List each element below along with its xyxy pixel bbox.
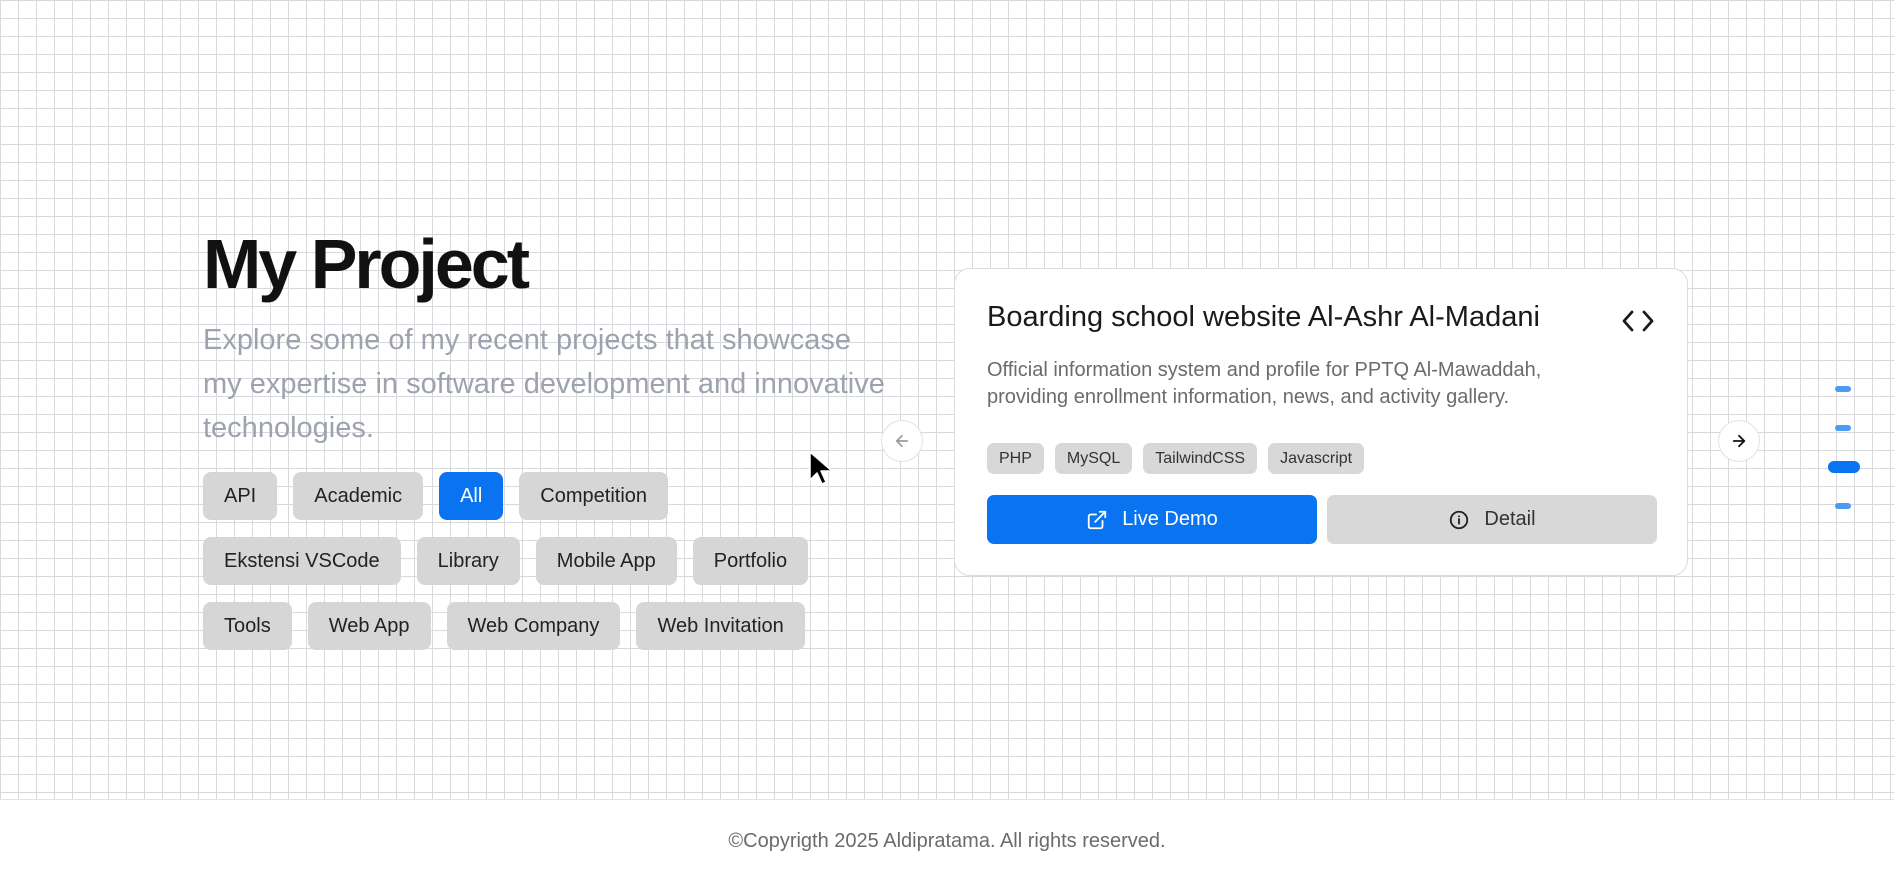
live-demo-button[interactable]: Live Demo <box>987 495 1317 544</box>
live-demo-label: Live Demo <box>1122 508 1218 530</box>
filter-chip-ekstensi-vscode[interactable]: Ekstensi VSCode <box>203 537 401 585</box>
external-link-icon <box>1088 510 1107 529</box>
tag-tailwindcss: TailwindCSS <box>1143 443 1258 474</box>
footer-copyright: ©Copyrigth 2025 Aldipratama. All rights … <box>728 830 1166 852</box>
info-icon <box>1450 510 1469 529</box>
project-description: Official information system and profile … <box>987 359 1542 408</box>
carousel-next-button[interactable] <box>1718 420 1760 462</box>
filter-chip-competition[interactable]: Competition <box>519 472 669 520</box>
code-icon <box>1622 310 1654 332</box>
pagination-dot[interactable] <box>1835 503 1851 509</box>
category-filters: API Academic All Competition Ekstensi VS… <box>203 472 853 667</box>
carousel-prev-button[interactable] <box>881 420 923 462</box>
detail-label: Detail <box>1484 508 1536 530</box>
filter-chip-tools[interactable]: Tools <box>203 602 292 650</box>
pagination-dot-active[interactable] <box>1828 461 1860 473</box>
filter-chip-portfolio[interactable]: Portfolio <box>692 537 809 585</box>
filter-chip-web-invitation[interactable]: Web Invitation <box>636 602 805 650</box>
filter-chip-web-app[interactable]: Web App <box>307 602 431 650</box>
filter-chip-web-company[interactable]: Web Company <box>446 602 621 650</box>
tag-mysql: MySQL <box>1054 443 1133 474</box>
filter-chip-academic[interactable]: Academic <box>293 472 424 520</box>
filter-chip-library[interactable]: Library <box>416 537 520 585</box>
project-title: Boarding school website Al-Ashr Al-Madan… <box>987 301 1540 333</box>
filter-row: Tools Web App Web Company Web Invitation <box>203 602 853 650</box>
filter-row: API Academic All Competition <box>203 472 853 520</box>
tag-php: PHP <box>987 443 1044 474</box>
mouse-cursor-icon <box>809 451 833 485</box>
pagination-dot[interactable] <box>1835 425 1851 431</box>
pagination-dot[interactable] <box>1835 386 1851 392</box>
page-title: My Project <box>203 225 530 303</box>
filter-chip-mobile-app[interactable]: Mobile App <box>535 537 677 585</box>
page-subtitle: Explore some of my recent projects that … <box>203 324 885 444</box>
tag-javascript: Javascript <box>1268 443 1365 474</box>
arrow-left-icon <box>895 434 909 448</box>
filter-chip-all[interactable]: All <box>439 472 504 520</box>
filter-row: Ekstensi VSCode Library Mobile App Portf… <box>203 537 853 585</box>
filter-chip-api[interactable]: API <box>203 472 278 520</box>
detail-button[interactable]: Detail <box>1327 495 1657 544</box>
arrow-right-icon <box>1732 434 1746 448</box>
tech-tags: PHP MySQL TailwindCSS Javascript <box>987 443 1365 474</box>
project-card: Boarding school website Al-Ashr Al-Madan… <box>954 268 1688 576</box>
carousel-pagination <box>1828 383 1862 513</box>
